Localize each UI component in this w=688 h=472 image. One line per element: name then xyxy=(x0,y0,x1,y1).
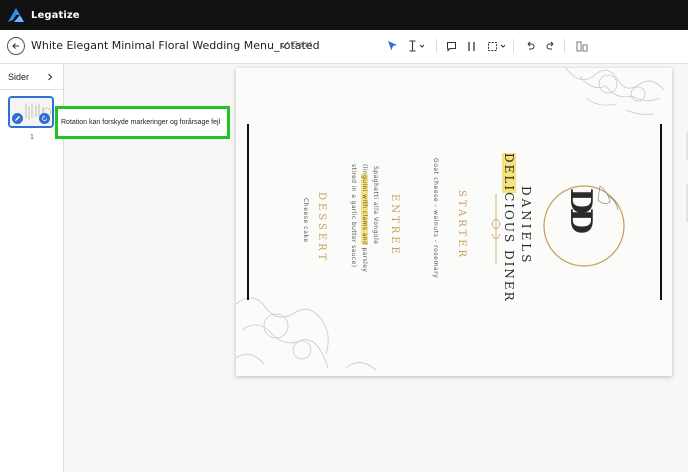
document-page[interactable]: DD DANIELS DELICIOUS DINER STARTER Goat … xyxy=(236,68,672,376)
document-title[interactable]: White Elegant Minimal Floral Wedding Men… xyxy=(31,39,320,52)
page-border-line xyxy=(247,124,249,300)
comment-tool-button[interactable] xyxy=(446,38,457,54)
toolbar-divider xyxy=(513,39,514,53)
document-toolbar: White Elegant Minimal Floral Wedding Men… xyxy=(0,30,688,64)
entree-description-line-3: stired in a garlic butter sauce) xyxy=(350,164,357,268)
scrollbar-track xyxy=(686,132,688,222)
restaurant-name: DANIELS xyxy=(519,186,533,266)
rotate-icon xyxy=(42,115,47,121)
entree-description-line-1: Spaghetti alla Vongole xyxy=(372,166,379,245)
saved-label: Gemt xyxy=(292,40,312,49)
text-tool-button[interactable] xyxy=(408,38,425,54)
dessert-description: Cheese cake xyxy=(302,198,309,243)
logo[interactable]: Legatize xyxy=(7,7,80,23)
app-name: Legatize xyxy=(31,9,80,21)
arrow-left-icon xyxy=(12,43,19,49)
split-view-icon xyxy=(576,41,588,51)
ornament-divider xyxy=(491,194,501,264)
split-view-button[interactable] xyxy=(576,38,588,54)
toolbar-divider xyxy=(564,39,565,53)
chevron-down-icon xyxy=(419,44,425,48)
starter-heading: STARTER xyxy=(456,190,467,261)
rotation-warning-tooltip: Rotation kan forskyde markeringer og for… xyxy=(55,106,230,139)
sidebar-title: Sider xyxy=(8,71,30,82)
restaurant-subtitle: DELICIOUS DINER xyxy=(502,153,516,303)
entree-description-line-2: (linguini with clams and parsley xyxy=(361,164,368,273)
pencil-icon xyxy=(15,116,20,121)
tooltip-text: Rotation kan forskyde markeringer og for… xyxy=(61,119,221,126)
top-bar: Legatize xyxy=(0,0,688,30)
chevron-right-icon[interactable] xyxy=(47,73,53,81)
page-thumbnail[interactable] xyxy=(8,96,54,128)
page-border-line xyxy=(660,124,662,300)
pointer-icon xyxy=(388,41,397,51)
check-icon xyxy=(280,41,289,48)
scrollbar[interactable] xyxy=(683,132,688,222)
redo-button[interactable] xyxy=(546,38,556,54)
saved-status: Gemt xyxy=(280,40,312,49)
edit-page-button[interactable] xyxy=(12,113,23,124)
columns-tool-button[interactable] xyxy=(466,38,477,54)
text-cursor-icon xyxy=(409,40,416,52)
starter-description: Goat cheese - walnuts - rosemary xyxy=(432,158,439,279)
rotate-page-button[interactable] xyxy=(39,113,50,124)
chevron-down-icon xyxy=(500,44,506,48)
toolbar-divider xyxy=(436,39,437,53)
undo-button[interactable] xyxy=(525,38,535,54)
monogram: DD xyxy=(563,188,598,229)
columns-icon xyxy=(468,41,475,51)
back-button[interactable] xyxy=(7,37,25,55)
comment-icon xyxy=(447,41,456,52)
select-area-icon xyxy=(488,41,497,51)
pointer-tool-button[interactable] xyxy=(387,38,398,54)
redo-icon xyxy=(546,41,554,50)
select-area-tool-button[interactable] xyxy=(487,38,506,54)
dessert-heading: DESSERT xyxy=(316,192,327,264)
sidebar-header[interactable]: Sider xyxy=(0,64,63,90)
undo-icon xyxy=(527,41,535,50)
entree-heading: ENTREE xyxy=(389,194,400,257)
logo-icon xyxy=(8,8,24,22)
